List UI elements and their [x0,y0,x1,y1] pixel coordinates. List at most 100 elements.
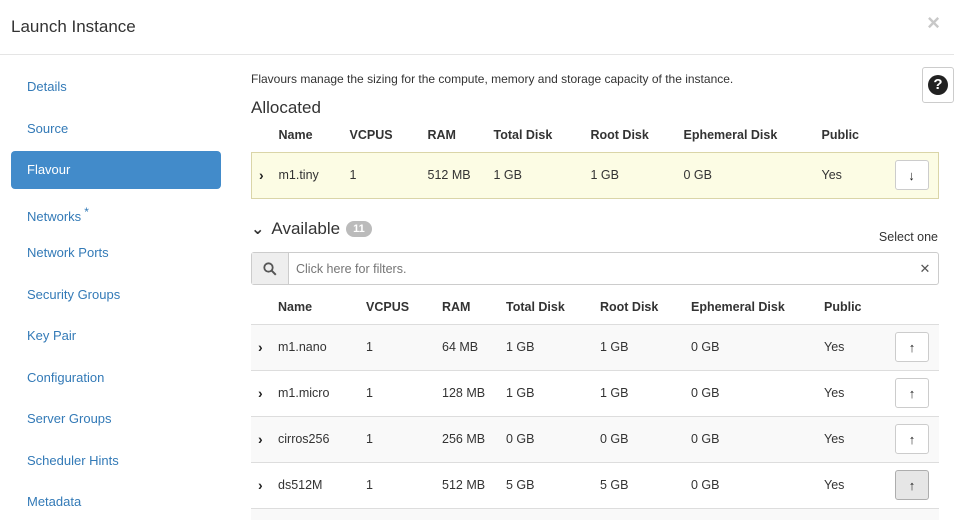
allocate-button[interactable]: ↑ [895,470,929,500]
cell-public: Yes [821,168,842,182]
table-row: › m1.tiny 1 512 MB 1 GB 1 GB 0 GB Yes ↓ [251,152,939,198]
nav-item-configuration[interactable]: Configuration [11,359,221,397]
cell-vcpus: 1 [366,478,373,492]
column-header-total-disk: Total Disk [506,299,565,314]
help-icon: ? [928,75,948,95]
expand-column-header [251,290,278,324]
column-header-vcpus: VCPUS [349,127,393,142]
nav-item-security-groups[interactable]: Security Groups [11,276,221,314]
cell-name: cirros256 [278,432,330,446]
cell-ephemeral-disk: 0 GB [691,478,720,492]
available-heading: Available [271,219,341,238]
column-header-ephemeral-disk: Ephemeral Disk [683,127,778,142]
arrow-down-icon: ↓ [908,167,915,183]
chevron-right-icon[interactable]: › [258,477,263,493]
nav-item-label: Networks [27,208,82,224]
action-column-header [895,118,939,152]
arrow-up-icon: ↑ [908,431,916,447]
cell-public: Yes [824,478,845,492]
cell-public: Yes [824,340,845,354]
filter-bar: ✕ [251,252,939,285]
cell-ram: 512 MB [427,168,471,182]
column-header-root-disk: Root Disk [590,127,649,142]
modal-header: Launch Instance × [0,0,954,55]
nav-item-network-ports[interactable]: Network Ports [11,234,221,272]
cell-total-disk: 1 GB [493,168,523,182]
column-header-root-disk: Root Disk [600,299,659,314]
clear-icon[interactable]: ✕ [912,253,938,284]
arrow-up-icon: ↑ [908,477,916,493]
cell-total-disk: 0 GB [506,432,535,446]
cell-name: m1.micro [278,386,330,400]
arrow-up-icon: ↑ [908,339,916,355]
deallocate-button[interactable]: ↓ [894,160,929,190]
cell-vcpus: 1 [349,168,357,182]
available-toggle[interactable]: ⌄ Available 11 [251,219,372,239]
table-row: › cirros256 1 256 MB 0 GB 0 GB 0 GB Yes … [251,416,939,462]
filter-input[interactable] [289,253,912,284]
nav-item-metadata[interactable]: Metadata [11,483,221,521]
column-header-ephemeral-disk: Ephemeral Disk [691,299,785,314]
arrow-up-icon: ↑ [908,385,916,401]
nav-item-flavour[interactable]: Flavour [11,151,221,189]
cell-ephemeral-disk: 0 GB [683,168,713,182]
chevron-right-icon[interactable]: › [259,167,264,183]
table-row: › m1.micro 1 128 MB 1 GB 1 GB 0 GB Yes ↑ [251,370,939,416]
column-header-vcpus: VCPUS [366,299,410,314]
column-header-name: Name [278,299,313,314]
cell-ram: 64 MB [442,340,479,354]
nav-item-details[interactable]: Details [11,68,221,106]
cell-vcpus: 1 [366,340,373,354]
table-row-partial [251,508,939,520]
table-row: › ds512M 1 512 MB 5 GB 5 GB 0 GB Yes ↑ [251,462,939,508]
wizard-nav: Details Source Flavour Networks * Network… [11,68,221,521]
flavour-description: Flavours manage the sizing for the compu… [251,72,734,86]
cell-total-disk: 5 GB [506,478,535,492]
expand-column-header [252,118,279,152]
chevron-right-icon[interactable]: › [258,385,263,401]
cell-root-disk: 1 GB [600,340,629,354]
allocate-button[interactable]: ↑ [895,424,929,454]
nav-item-networks[interactable]: Networks * [11,193,221,231]
allocated-heading: Allocated [251,98,321,117]
allocate-button[interactable]: ↑ [895,332,929,362]
cell-total-disk: 1 GB [506,340,535,354]
cell-root-disk: 1 GB [590,168,620,182]
select-one-hint: Select one [878,230,938,244]
nav-item-key-pair[interactable]: Key Pair [11,317,221,355]
cell-ram: 256 MB [442,432,486,446]
cell-ram: 128 MB [442,386,486,400]
cell-name: m1.nano [278,340,327,354]
cell-name: ds512M [278,478,323,492]
nav-item-source[interactable]: Source [11,110,221,148]
cell-vcpus: 1 [366,386,373,400]
chevron-right-icon[interactable]: › [258,339,263,355]
allocated-table: Name VCPUS RAM Total Disk Root Disk Ephe… [251,118,939,199]
allocate-button[interactable]: ↑ [895,378,929,408]
table-header-row: Name VCPUS RAM Total Disk Root Disk Ephe… [252,118,939,152]
cell-public: Yes [824,386,845,400]
cell-name: m1.tiny [278,168,319,182]
required-marker: * [84,204,89,219]
nav-item-server-groups[interactable]: Server Groups [11,400,221,438]
column-header-public: Public [821,127,860,142]
table-header-row: Name VCPUS RAM Total Disk Root Disk Ephe… [251,290,939,324]
modal-title: Launch Instance [11,17,136,36]
action-column-header [895,290,939,324]
cell-public: Yes [824,432,845,446]
cell-root-disk: 5 GB [600,478,629,492]
column-header-total-disk: Total Disk [493,127,553,142]
close-icon[interactable]: × [927,10,940,36]
help-button[interactable]: ? [922,67,954,103]
column-header-public: Public [824,299,862,314]
cell-ephemeral-disk: 0 GB [691,340,720,354]
cell-total-disk: 1 GB [506,386,535,400]
chevron-down-icon: ⌄ [251,221,265,238]
available-table: Name VCPUS RAM Total Disk Root Disk Ephe… [251,290,939,520]
cell-ephemeral-disk: 0 GB [691,386,720,400]
nav-item-scheduler-hints[interactable]: Scheduler Hints [11,442,221,480]
cell-root-disk: 0 GB [600,432,629,446]
chevron-right-icon[interactable]: › [258,431,263,447]
cell-root-disk: 1 GB [600,386,629,400]
search-icon [252,253,289,284]
